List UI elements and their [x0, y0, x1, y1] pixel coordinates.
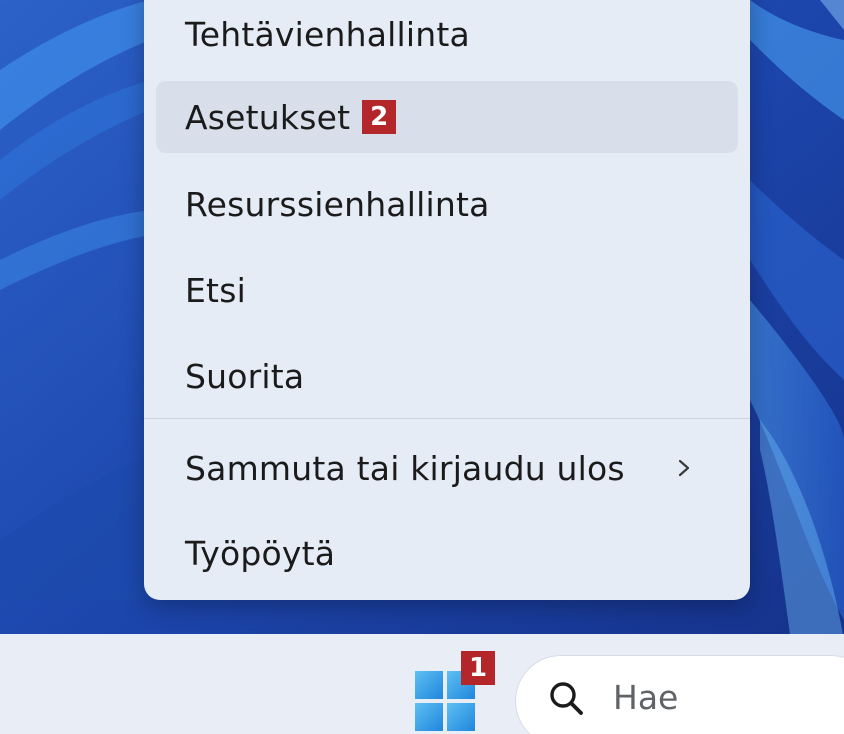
menu-item-etsi[interactable]: Etsi: [156, 254, 738, 326]
menu-item-resurssienhallinta[interactable]: Resurssienhallinta: [156, 168, 738, 240]
menu-item-label: Asetukset: [185, 97, 351, 137]
step-badge: 2: [362, 100, 397, 134]
menu-item-label: Sammuta tai kirjaudu ulos: [185, 448, 625, 488]
search-box[interactable]: Hae: [516, 656, 844, 734]
menu-item-tyopoyta[interactable]: Työpöytä: [156, 517, 738, 589]
menu-item-asetukset[interactable]: Asetukset 2: [156, 81, 738, 153]
menu-item-tehtavienhallinta[interactable]: Tehtävienhallinta: [156, 0, 738, 70]
search-placeholder: Hae: [613, 678, 679, 717]
menu-separator: [144, 418, 750, 419]
menu-item-label: Tehtävienhallinta: [185, 14, 470, 54]
step-badge: 1: [461, 651, 495, 685]
context-menu: Tehtävienhallinta Asetukset 2 Resurssien…: [144, 0, 750, 600]
chevron-right-icon: [678, 459, 690, 477]
menu-item-label: Työpöytä: [185, 533, 336, 573]
desktop: Tehtävienhallinta Asetukset 2 Resurssien…: [0, 0, 844, 734]
menu-item-label: Resurssienhallinta: [185, 184, 490, 224]
menu-item-sammuta[interactable]: Sammuta tai kirjaudu ulos: [156, 432, 738, 504]
menu-item-label: Etsi: [185, 270, 246, 310]
search-icon: [550, 682, 583, 715]
menu-item-label: Suorita: [185, 356, 305, 396]
taskbar: 1 Hae: [0, 634, 844, 734]
menu-item-suorita[interactable]: Suorita: [156, 340, 738, 412]
